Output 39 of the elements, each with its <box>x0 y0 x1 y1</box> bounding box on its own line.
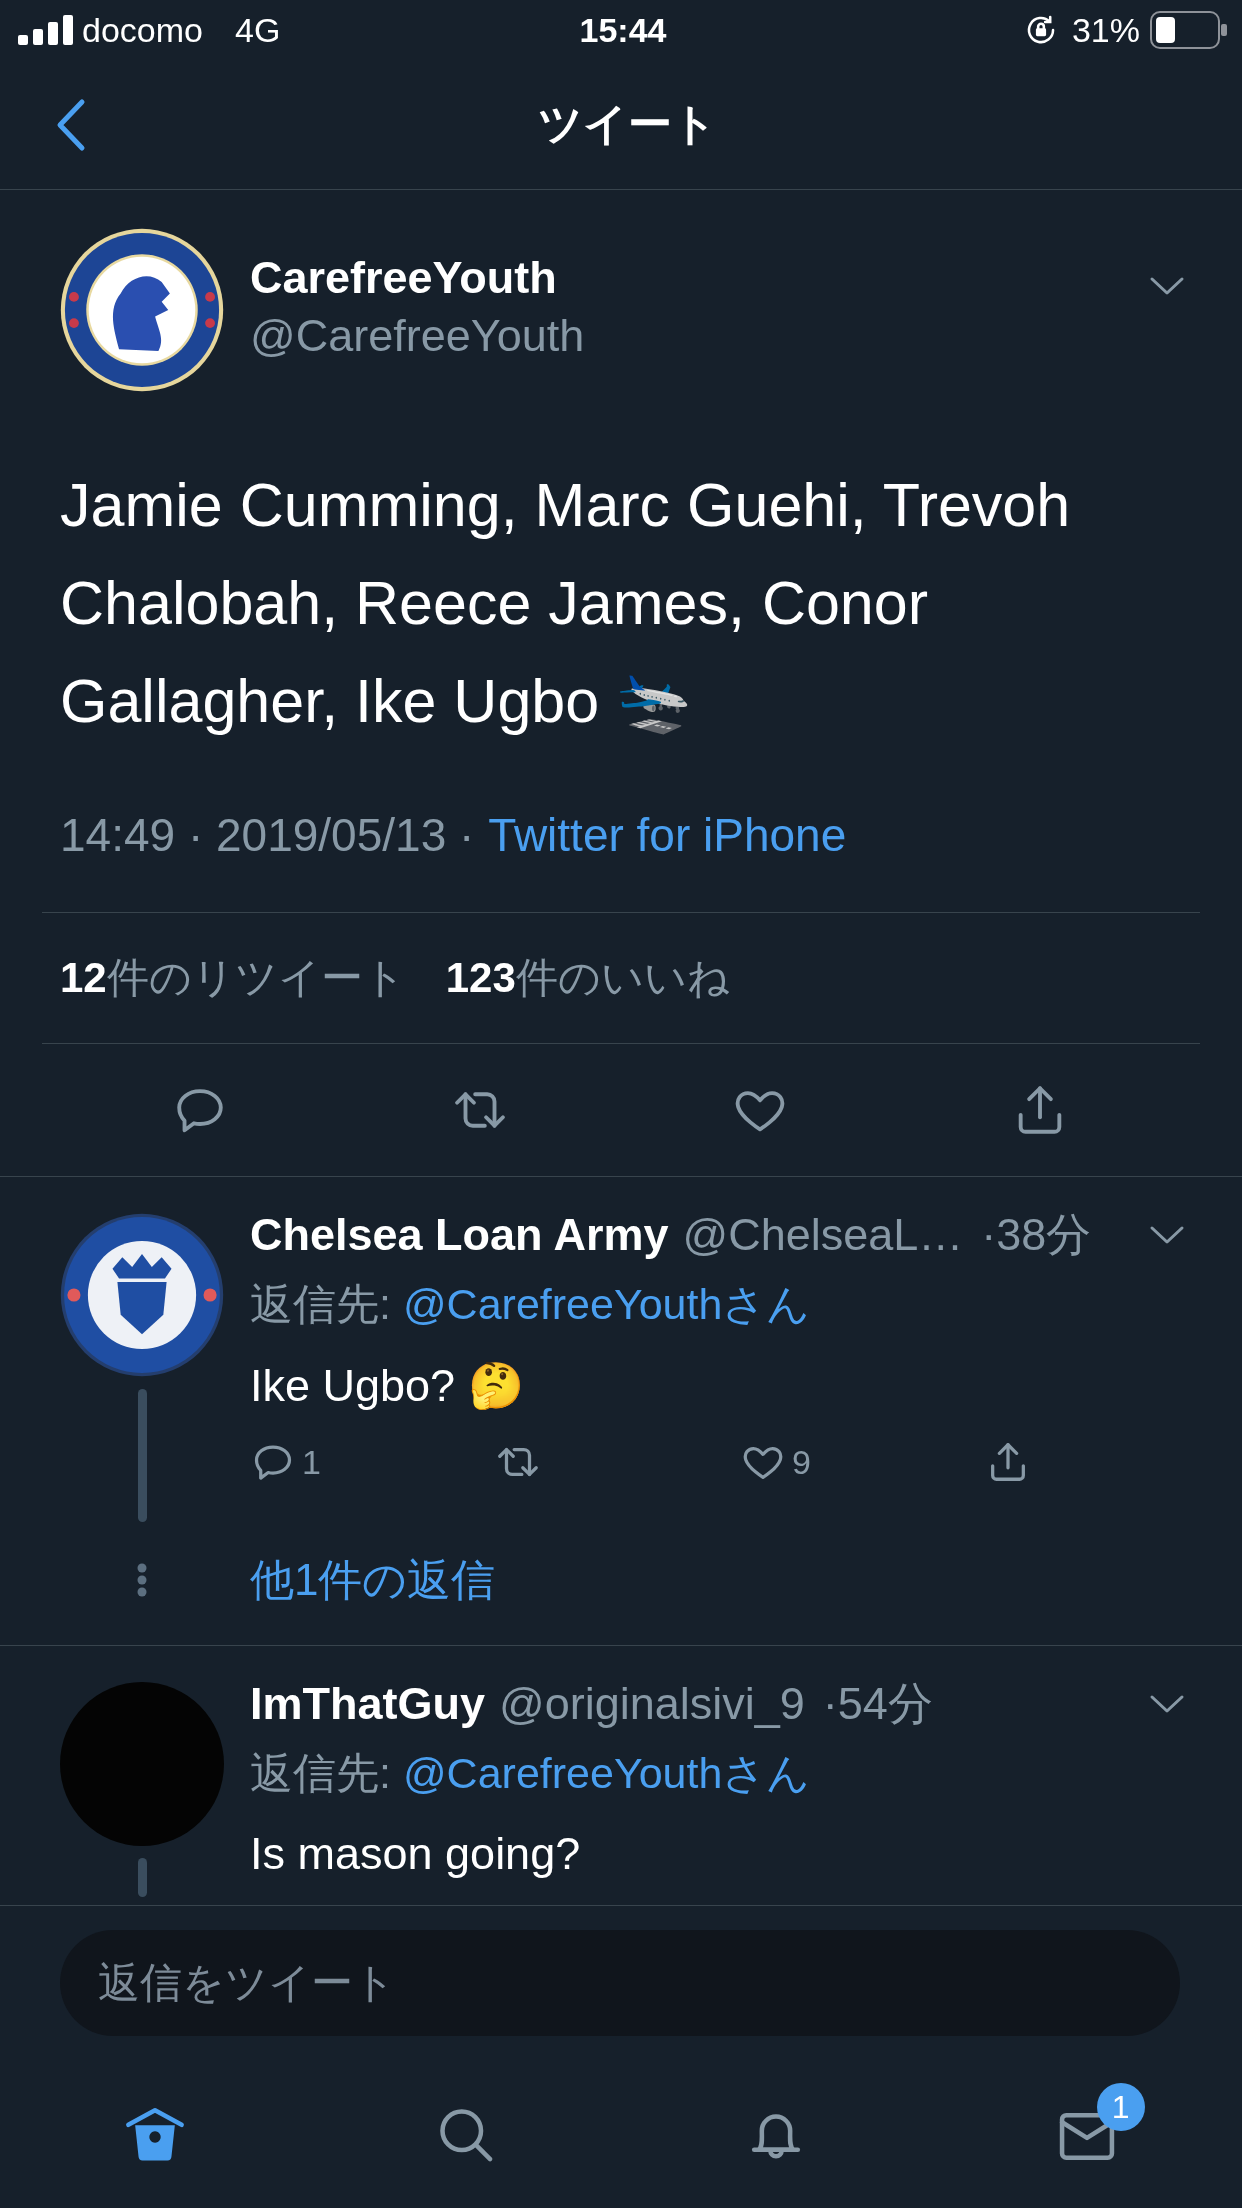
more-replies-link[interactable]: 他1件の返信 <box>250 1550 496 1610</box>
crest-avatar[interactable] <box>60 1213 224 1377</box>
like-count[interactable]: 123件のいいね <box>445 950 730 1006</box>
source-link[interactable]: Twitter for iPhone <box>488 805 847 865</box>
status-time: 15:44 <box>579 10 667 50</box>
chevron-down-icon[interactable] <box>1149 276 1185 296</box>
network-type: 4G <box>234 10 281 50</box>
chevron-down-icon[interactable] <box>1149 1694 1185 1714</box>
tweet-timestamp: 14:49 · 2019/05/13 · <box>60 808 475 863</box>
battery-percent: 31% <box>1071 10 1140 50</box>
reply-time: ·38分 <box>981 1208 1092 1262</box>
battery-icon <box>1150 11 1228 49</box>
retweet-count[interactable]: 12件のリツイート <box>60 950 406 1006</box>
signal-icon <box>18 15 74 45</box>
tweet-text: Jamie Cumming, Marc Guehi, Trevoh Chalobah, Reece James, Conor Gallagher, Ike Ugbo 🛬 <box>60 470 1072 737</box>
author-handle: @CarefreeYouth <box>250 309 585 363</box>
screen-title: ツイート <box>538 98 717 150</box>
carrier-name: docomo <box>82 10 203 50</box>
mention-link[interactable]: @CarefreeYouthさん <box>402 1276 811 1334</box>
author-handle: @originalsivi_9 <box>499 1678 805 1730</box>
reply-time: ·54分 <box>822 1677 933 1731</box>
reply-text: Ike Ugbo? 🤔 <box>250 1358 524 1412</box>
reply-to-label: 返信先: <box>250 1748 391 1799</box>
like-button[interactable]: 9 <box>740 1439 811 1485</box>
crest-avatar[interactable] <box>60 228 224 392</box>
reply-text: Is mason going? <box>250 1828 581 1880</box>
back-icon <box>55 96 87 153</box>
mention-link[interactable]: @CarefreeYouthさん <box>402 1745 811 1803</box>
author-name: ImThatGuy <box>250 1678 486 1730</box>
reply-button[interactable]: 1 <box>250 1439 321 1485</box>
reply-to-label: 返信先: <box>250 1279 391 1330</box>
vertical-dots-icon <box>136 1562 148 1598</box>
chevron-down-icon[interactable] <box>1149 1225 1185 1245</box>
author-handle: @ChelseaL… <box>682 1209 964 1261</box>
back-button[interactable] <box>55 96 87 153</box>
unread-badge: 1 <box>1096 2083 1145 2131</box>
author-name: Chelsea Loan Army <box>250 1209 669 1261</box>
reply-input[interactable]: 返信をツイート <box>60 1930 1180 2036</box>
author-name: CarefreeYouth <box>250 251 558 305</box>
